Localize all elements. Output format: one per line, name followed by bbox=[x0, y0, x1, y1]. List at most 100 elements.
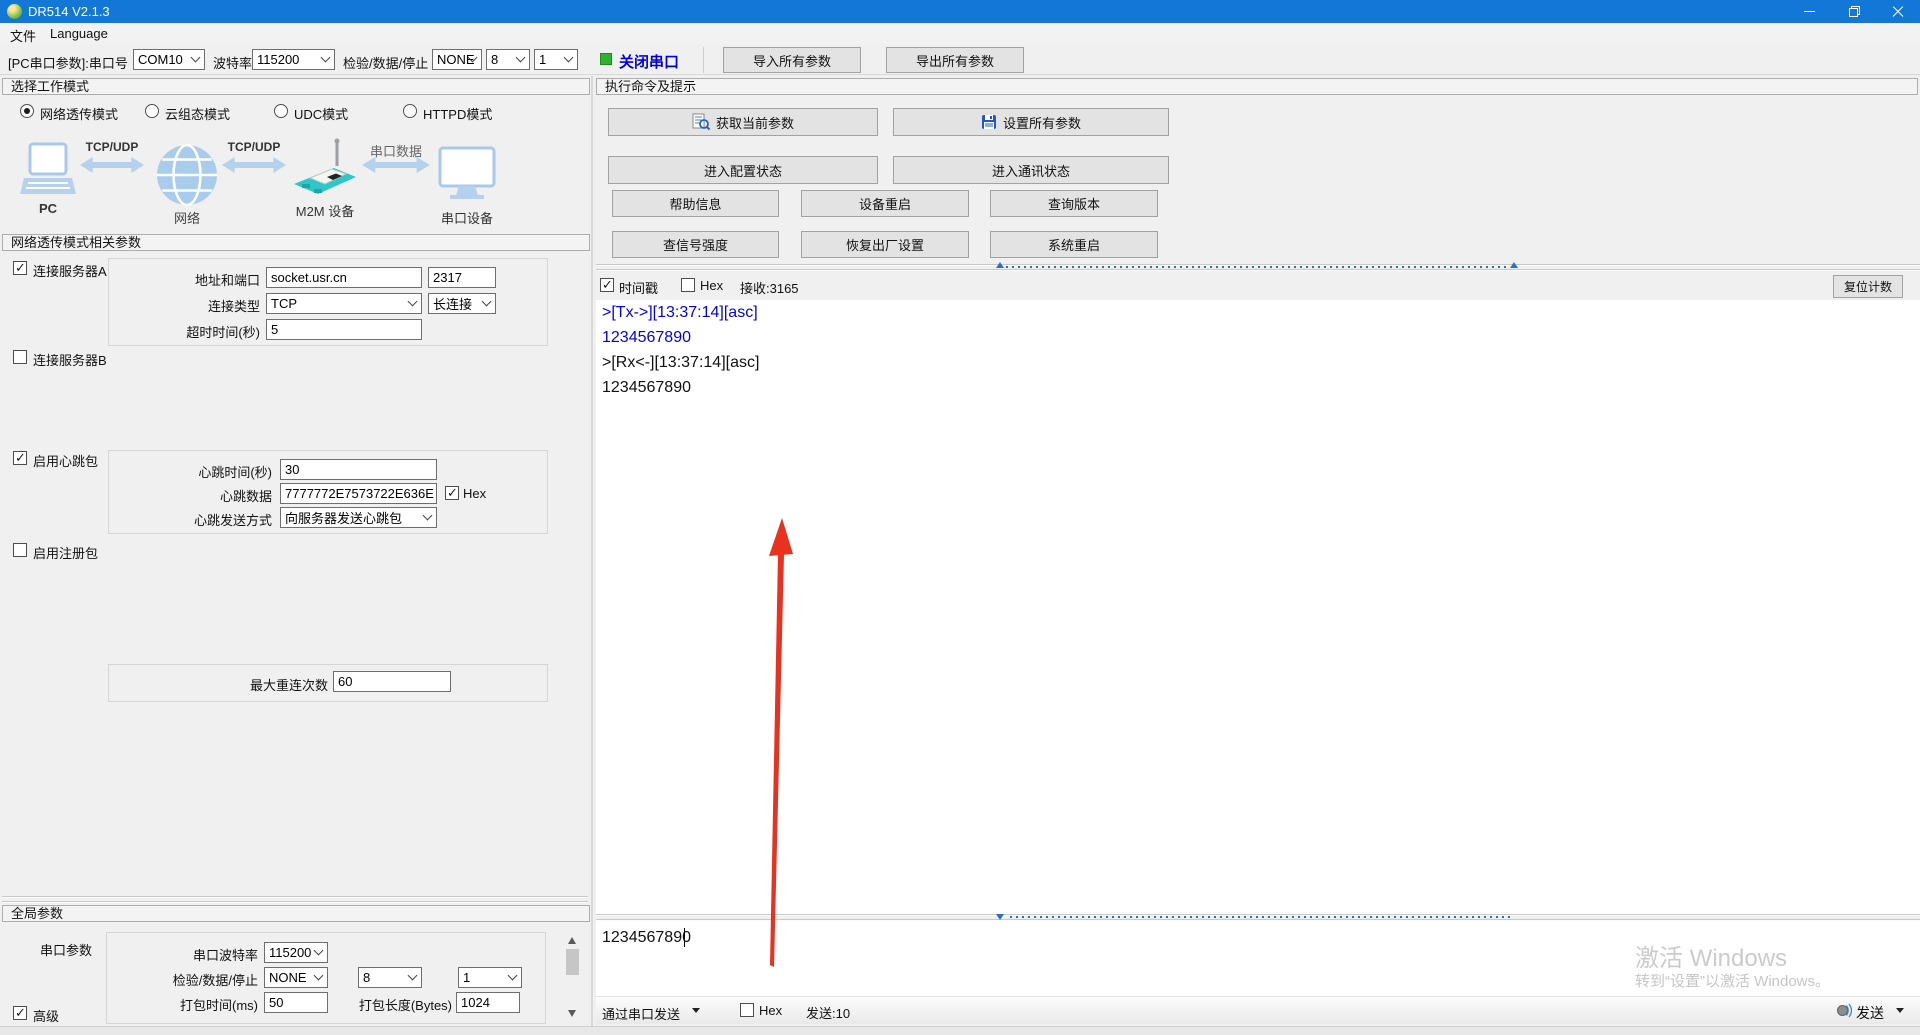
left-scrollbar[interactable] bbox=[564, 932, 581, 1022]
system-restart-button[interactable]: 系统重启 bbox=[990, 231, 1158, 258]
send-button[interactable]: 发送 bbox=[1856, 1003, 1884, 1023]
diagram-link2-label: TCP/UDP bbox=[214, 140, 294, 154]
databits-select[interactable]: 8 bbox=[486, 49, 530, 70]
server-port-input[interactable]: 2317 bbox=[428, 267, 496, 288]
close-button[interactable] bbox=[1875, 0, 1920, 23]
g-baud-select[interactable]: 115200 bbox=[264, 942, 328, 963]
work-mode-header: 选择工作模式 bbox=[2, 78, 590, 95]
heartbeat-checkbox[interactable] bbox=[13, 451, 27, 465]
g-stopbits-select[interactable]: 1 bbox=[458, 967, 522, 988]
pack-len-input[interactable]: 1024 bbox=[456, 992, 520, 1013]
export-params-button[interactable]: 导出所有参数 bbox=[886, 47, 1024, 73]
g-parity-select[interactable]: NONE bbox=[264, 967, 328, 988]
radio-label[interactable]: 网络透传模式 bbox=[40, 104, 118, 123]
radio-udc-mode[interactable] bbox=[274, 104, 288, 118]
reconnect-input[interactable]: 60 bbox=[333, 671, 451, 692]
chevron-down-icon bbox=[321, 52, 331, 62]
scroll-up-icon[interactable] bbox=[568, 937, 576, 944]
log-hex-label: Hex bbox=[700, 278, 723, 293]
diagram-serial-device-label: 串口设备 bbox=[428, 208, 506, 227]
serial-params-label: 串口参数 bbox=[40, 940, 92, 959]
timeout-input[interactable]: 5 bbox=[266, 319, 422, 340]
diagram-pc-label: PC bbox=[20, 201, 76, 216]
minimize-button[interactable] bbox=[1787, 0, 1832, 23]
splitter-handle-icon bbox=[1510, 262, 1518, 268]
send-input-value: 1234567890 bbox=[602, 929, 691, 947]
send-hex-checkbox[interactable] bbox=[740, 1003, 754, 1017]
m2m-device-icon bbox=[292, 138, 358, 202]
radio-cloud-mode[interactable] bbox=[145, 104, 159, 118]
parity-select[interactable]: NONE bbox=[432, 49, 482, 70]
get-params-button[interactable]: 获取当前参数 bbox=[608, 108, 878, 136]
advanced-label: 高级 bbox=[33, 1006, 59, 1025]
reset-counter-button[interactable]: 复位计数 bbox=[1833, 275, 1903, 298]
server-address-input[interactable]: socket.usr.cn bbox=[266, 267, 422, 288]
restore-button[interactable] bbox=[1832, 0, 1877, 23]
register-checkbox[interactable] bbox=[13, 543, 27, 557]
net-params-header: 网络透传模式相关参数 bbox=[2, 234, 590, 251]
radio-label[interactable]: HTTPD模式 bbox=[423, 104, 492, 123]
splitter-dots bbox=[1010, 916, 1510, 918]
query-version-button[interactable]: 查询版本 bbox=[990, 190, 1158, 217]
enter-config-button[interactable]: 进入配置状态 bbox=[608, 156, 878, 184]
diagram-m2m-label: M2M 设备 bbox=[284, 201, 366, 220]
conn-mode-select[interactable]: 长连接 bbox=[428, 293, 496, 314]
hb-mode-label: 心跳发送方式 bbox=[120, 510, 272, 529]
menu-file[interactable]: 文件 bbox=[10, 26, 36, 45]
timestamp-label: 时间戳 bbox=[619, 278, 658, 297]
com-port-select[interactable]: COM10 bbox=[133, 49, 205, 70]
hb-hex-checkbox[interactable] bbox=[445, 486, 459, 500]
radio-label[interactable]: 云组态模式 bbox=[165, 104, 230, 123]
server-b-label: 连接服务器B bbox=[33, 350, 107, 369]
recv-counter: 接收:3165 bbox=[740, 278, 799, 297]
double-arrow-icon bbox=[80, 156, 144, 174]
chevron-down-icon bbox=[516, 52, 526, 62]
hb-time-input[interactable]: 30 bbox=[280, 459, 437, 480]
pack-time-label: 打包时间(ms) bbox=[130, 995, 258, 1014]
register-label: 启用注册包 bbox=[33, 543, 98, 562]
chevron-down-icon[interactable] bbox=[692, 1008, 700, 1013]
server-b-checkbox[interactable] bbox=[13, 350, 27, 364]
globe-icon bbox=[156, 144, 218, 206]
set-params-button[interactable]: 设置所有参数 bbox=[893, 108, 1169, 136]
import-params-button[interactable]: 导入所有参数 bbox=[723, 47, 861, 73]
device-restart-button[interactable]: 设备重启 bbox=[801, 190, 969, 217]
menu-language[interactable]: Language bbox=[50, 26, 108, 41]
send-via-serial-button[interactable]: 通过串口发送 bbox=[602, 1004, 680, 1023]
scrollbar-thumb[interactable] bbox=[566, 949, 579, 975]
radio-net-transparent-mode[interactable] bbox=[20, 104, 34, 118]
g-databits-select[interactable]: 8 bbox=[358, 967, 422, 988]
enter-comm-button[interactable]: 进入通讯状态 bbox=[893, 156, 1169, 184]
hb-hex-label: Hex bbox=[463, 486, 486, 501]
serial-toolbar: [PC串口参数]:串口号 COM10 波特率 115200 检验/数据/停止 N… bbox=[0, 44, 1920, 75]
chevron-down-icon[interactable] bbox=[1896, 1008, 1904, 1013]
left-splitter[interactable] bbox=[2, 896, 588, 903]
conn-type-select[interactable]: TCP bbox=[266, 293, 422, 314]
chevron-down-icon bbox=[408, 970, 418, 980]
radio-httpd-mode[interactable] bbox=[403, 104, 417, 118]
baud-label: 波特率 bbox=[213, 53, 252, 72]
diagram-link1-label: TCP/UDP bbox=[72, 140, 152, 154]
hb-mode-select[interactable]: 向服务器发送心跳包 bbox=[280, 507, 437, 528]
toolbar-separator bbox=[703, 47, 704, 73]
scroll-down-icon[interactable] bbox=[568, 1010, 576, 1017]
timestamp-checkbox[interactable] bbox=[600, 278, 614, 292]
double-arrow-icon bbox=[362, 156, 430, 174]
baud-select[interactable]: 115200 bbox=[252, 49, 335, 70]
radio-label[interactable]: UDC模式 bbox=[294, 104, 348, 123]
stopbits-select[interactable]: 1 bbox=[534, 49, 578, 70]
search-doc-icon bbox=[692, 113, 710, 131]
laptop-icon bbox=[20, 142, 76, 202]
server-a-checkbox[interactable] bbox=[13, 261, 27, 275]
help-info-button[interactable]: 帮助信息 bbox=[612, 190, 779, 217]
pack-time-input[interactable]: 50 bbox=[264, 992, 328, 1013]
hb-data-input[interactable]: 7777772E7573722E636E bbox=[280, 483, 437, 504]
advanced-checkbox[interactable] bbox=[13, 1006, 27, 1020]
factory-reset-button[interactable]: 恢复出厂设置 bbox=[801, 231, 969, 258]
parity-data-stop-label: 检验/数据/停止 bbox=[343, 53, 428, 72]
floppy-icon bbox=[981, 114, 997, 130]
send-icon bbox=[1836, 1002, 1852, 1018]
query-signal-button[interactable]: 查信号强度 bbox=[612, 231, 779, 258]
log-hex-checkbox[interactable] bbox=[681, 278, 695, 292]
close-port-button[interactable]: 关闭串口 bbox=[619, 51, 679, 72]
